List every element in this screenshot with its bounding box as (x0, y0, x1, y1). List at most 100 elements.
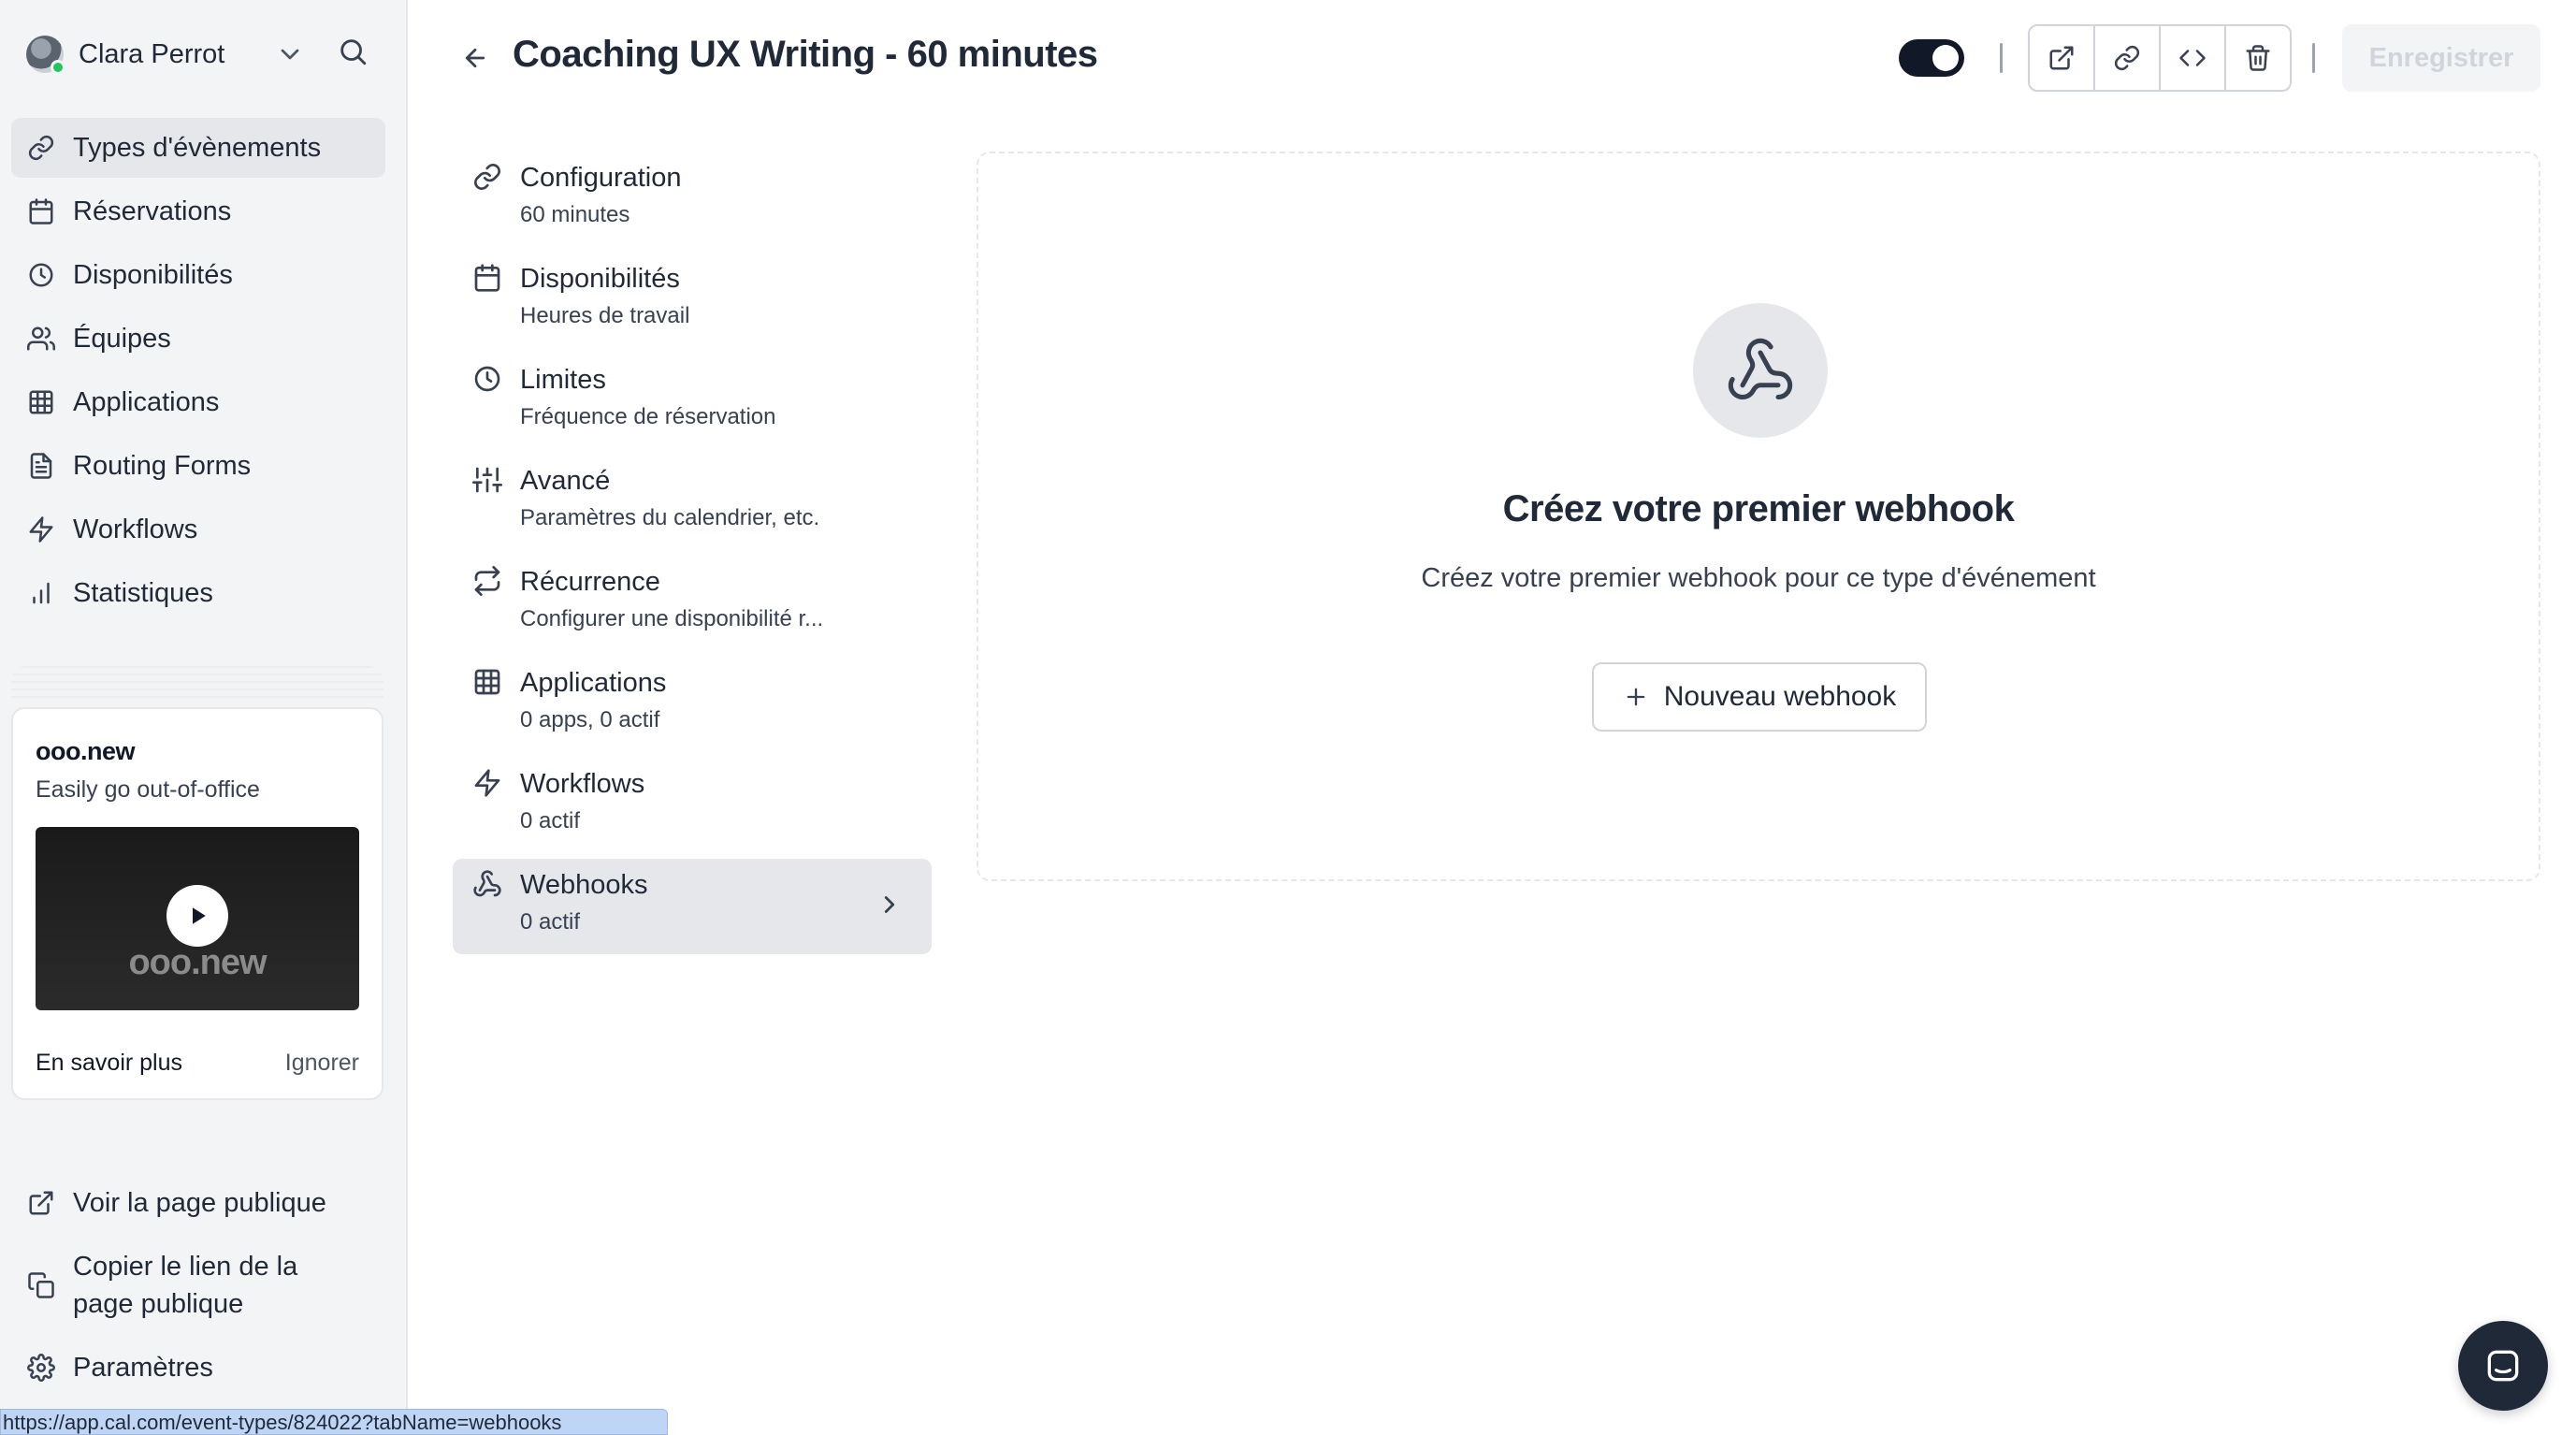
promo-brand: ooo.new (36, 737, 136, 765)
empty-state-title: Créez votre premier webhook (1502, 488, 2015, 529)
nav-item-bookings[interactable]: Réservations (11, 181, 385, 241)
nav-item-label: Routing Forms (73, 450, 252, 481)
nav-item-label: Workflows (73, 514, 198, 544)
tab-configuration[interactable]: Configuration 60 minutes (453, 152, 932, 247)
view-public-page-link[interactable]: Voir la page publique (11, 1184, 385, 1222)
bottom-link-label: Paramètres (73, 1353, 213, 1383)
copy-icon (26, 1267, 56, 1304)
new-webhook-button[interactable]: Nouveau webhook (1592, 662, 1927, 732)
back-button[interactable] (458, 41, 492, 75)
online-status-dot (51, 60, 65, 75)
video-brand: ooo.new (128, 943, 267, 982)
nav-item-label: Statistiques (73, 577, 213, 608)
bottom-link-label: Voir la page publique (73, 1188, 326, 1218)
search-icon[interactable] (337, 36, 369, 67)
link-icon (2114, 45, 2140, 71)
tab-subtitle: Paramètres du calendrier, etc. (520, 505, 820, 530)
code-icon (2179, 50, 2206, 66)
tab-webhooks[interactable]: Webhooks 0 actif (453, 859, 932, 954)
delete-button[interactable] (2226, 26, 2290, 90)
chat-icon (2487, 1350, 2519, 1382)
link-icon (471, 161, 503, 193)
trash-icon (2246, 45, 2270, 71)
event-settings-nav: Configuration 60 minutes Disponibilités … (453, 152, 932, 960)
tab-subtitle: Fréquence de réservation (520, 404, 776, 429)
main-nav: Types d'évènements Réservations Disponib… (11, 118, 385, 627)
tab-recurring[interactable]: Récurrence Configurer une disponibilité … (453, 556, 932, 651)
play-icon[interactable] (166, 885, 228, 947)
bottom-link-label: Copier le lien de la page publique (73, 1252, 298, 1319)
divider (2312, 43, 2315, 73)
tab-apps[interactable]: Applications 0 apps, 0 actif (453, 657, 932, 752)
save-button[interactable]: Enregistrer (2342, 24, 2540, 92)
users-icon (26, 324, 56, 354)
tab-advanced[interactable]: Avancé Paramètres du calendrier, etc. (453, 455, 932, 550)
sliders-icon (471, 464, 503, 496)
dismiss-button[interactable]: Ignorer (285, 1050, 359, 1077)
empty-state-description: Créez votre premier webhook pour ce type… (1421, 563, 2096, 593)
nav-item-label: Types d'évènements (73, 132, 322, 163)
nav-item-label: Réservations (73, 196, 232, 226)
tab-title: Avancé (520, 466, 611, 496)
learn-more-link[interactable]: En savoir plus (36, 1050, 182, 1077)
sidebar: Clara Perrot Types d'évènements Réservat… (0, 0, 408, 1435)
tab-subtitle: 0 actif (520, 808, 581, 833)
promo-subtitle: Easily go out-of-office (36, 776, 260, 803)
header-actions (2028, 24, 2292, 92)
chevron-down-icon[interactable] (275, 39, 305, 69)
nav-item-routing-forms[interactable]: Routing Forms (11, 436, 385, 496)
gear-icon (26, 1349, 56, 1386)
user-menu[interactable]: Clara Perrot (26, 34, 382, 75)
promo-stack-decoration (11, 666, 384, 703)
tab-subtitle: Configurer une disponibilité r... (520, 606, 824, 631)
nav-item-insights[interactable]: Statistiques (11, 563, 385, 623)
chat-launcher-button[interactable] (2458, 1321, 2548, 1411)
divider (2000, 43, 2003, 73)
tab-workflows[interactable]: Workflows 0 actif (453, 758, 932, 853)
nav-item-label: Applications (73, 386, 220, 417)
tab-title: Disponibilités (520, 264, 680, 294)
calendar-icon (471, 262, 503, 294)
copy-link-button[interactable] (2095, 26, 2161, 90)
tab-title: Limites (520, 365, 606, 395)
new-webhook-label: Nouveau webhook (1663, 681, 1897, 712)
nav-item-apps[interactable]: Applications (11, 372, 385, 432)
tab-subtitle: 60 minutes (520, 202, 630, 227)
tab-title: Workflows (520, 769, 645, 799)
settings-link[interactable]: Paramètres (11, 1349, 385, 1386)
repeat-icon (471, 565, 503, 597)
tab-subtitle: 0 actif (520, 909, 581, 935)
embed-button[interactable] (2161, 26, 2226, 90)
nav-item-workflows[interactable]: Workflows (11, 500, 385, 559)
tab-availability[interactable]: Disponibilités Heures de travail (453, 253, 932, 348)
file-icon (26, 451, 56, 481)
event-visibility-toggle[interactable] (1899, 39, 1964, 77)
plus-icon (1623, 684, 1649, 710)
webhook-icon (1693, 303, 1828, 438)
bar-chart-icon (26, 578, 56, 608)
promo-video[interactable]: ooo.new (36, 827, 359, 1010)
webhook-icon (471, 868, 503, 900)
arrow-left-icon (465, 48, 485, 68)
tab-title: Récurrence (520, 567, 660, 597)
zap-icon (471, 767, 503, 799)
copy-public-link[interactable]: Copier le lien de la page publique (11, 1248, 385, 1323)
webhooks-empty-state: Créez votre premier webhook Créez votre … (977, 152, 2540, 881)
chevron-right-icon (876, 891, 904, 919)
tab-title: Webhooks (520, 870, 648, 900)
clock-icon (471, 363, 503, 395)
tab-limits[interactable]: Limites Fréquence de réservation (453, 354, 932, 449)
avatar (26, 36, 65, 75)
app: Clara Perrot Types d'évènements Réservat… (0, 0, 2576, 1435)
page-title: Coaching UX Writing - 60 minutes (513, 34, 1098, 75)
link-icon (26, 133, 56, 163)
preview-button[interactable] (2030, 26, 2095, 90)
nav-item-teams[interactable]: Équipes (11, 309, 385, 369)
nav-item-event-types[interactable]: Types d'évènements (11, 118, 385, 178)
zap-icon (26, 515, 56, 544)
sidebar-bottom-links: Voir la page publique Copier le lien de … (11, 1184, 385, 1413)
promo-card: ooo.new Easily go out-of-office ooo.new … (11, 707, 384, 1100)
nav-item-availability[interactable]: Disponibilités (11, 245, 385, 305)
clock-icon (26, 260, 56, 290)
calendar-icon (26, 196, 56, 226)
